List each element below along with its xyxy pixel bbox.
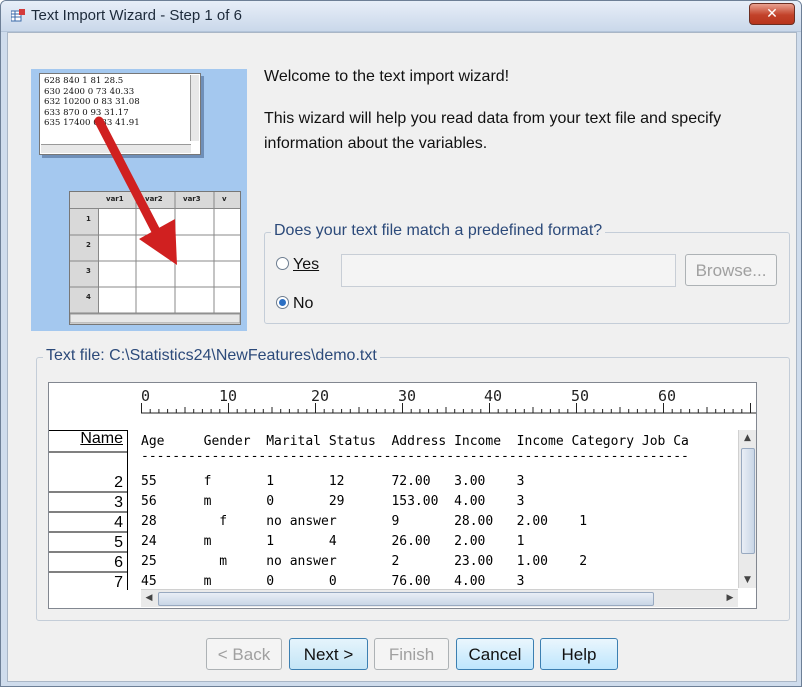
cancel-button[interactable]: Cancel [456,638,534,670]
next-button-label: Next > [303,645,354,664]
no-radio-circle[interactable] [276,296,289,309]
scroll-left-arrow-icon[interactable]: ◀ [141,590,157,607]
ruler-label: 20 [311,387,329,405]
yes-radio[interactable]: Yes [276,256,319,274]
row-separators [49,430,127,573]
help-button-label: Help [561,645,597,664]
ruler-label: 40 [484,387,502,405]
no-radio[interactable]: No [276,295,313,313]
ruler-label: 60 [658,387,676,405]
ruler-label: 30 [398,387,416,405]
no-radio-label: No [293,295,314,312]
text-import-wizard-window: Text Import Wizard - Step 1 of 6 ✕ 628 8… [0,0,802,687]
window-title: Text Import Wizard - Step 1 of 6 [31,7,242,24]
preview-data-line: 24 m 1 4 26.00 2.00 1 [141,534,525,549]
intro-text: This wizard will help you read data from… [264,110,722,152]
arrow-icon [94,116,177,265]
predefined-format-legend: Does your text file match a predefined f… [271,222,606,240]
finish-button[interactable]: Finish [374,638,449,670]
preview-data-line: 55 f 1 12 72.00 3.00 3 [141,474,525,489]
vertical-scroll-thumb[interactable] [741,448,755,554]
row-names-column: Name 2 3 4 5 6 7 [49,430,128,591]
close-icon: ✕ [766,6,778,22]
scroll-down-arrow-icon[interactable]: ▼ [739,572,756,588]
back-button-label: < Back [217,645,271,664]
wizard-body: 628 840 1 81 28.5 630 2400 0 73 40.33 63… [7,32,797,682]
title-bar: Text Import Wizard - Step 1 of 6 ✕ [1,1,801,32]
preview-separator-line: ----------------------------------------… [141,449,689,464]
close-button[interactable]: ✕ [749,3,795,25]
file-preview-pane[interactable]: 0 10 20 30 40 50 60 Name 2 3 4 5 6 7 Age… [48,382,757,609]
welcome-text: Welcome to the text import wizard! [264,68,510,85]
browse-button[interactable]: Browse... [685,254,777,286]
scroll-right-arrow-icon[interactable]: ▶ [722,590,738,607]
yes-radio-label: Yes [293,256,320,273]
preview-text-area[interactable]: Age Gender Marital Status Address Income… [141,430,738,588]
cancel-button-label: Cancel [468,645,522,664]
preview-vertical-scrollbar[interactable]: ▲ ▼ [738,430,756,588]
preview-horizontal-scrollbar[interactable]: ◀ ▶ [141,589,738,607]
next-button[interactable]: Next > [289,638,368,670]
preview-data-line: 56 m 0 29 153.00 4.00 3 [141,494,525,509]
scroll-up-arrow-icon[interactable]: ▲ [739,430,756,446]
preview-data-line: 28 f no answer 9 28.00 2.00 1 [141,514,588,529]
help-button[interactable]: Help [540,638,618,670]
spss-data-icon [11,9,25,22]
finish-button-label: Finish [388,645,435,664]
ruler-label: 50 [571,387,589,405]
back-button[interactable]: < Back [206,638,282,670]
preview-data-line: 45 m 0 0 76.00 4.00 3 [141,574,525,588]
column-ruler: 0 10 20 30 40 50 60 [141,387,756,414]
horizontal-scroll-thumb[interactable] [158,592,654,606]
preview-data-line: 25 m no answer 2 23.00 1.00 2 [141,554,588,569]
yes-radio-circle[interactable] [276,257,289,270]
wizard-illustration: 628 840 1 81 28.5 630 2400 0 73 40.33 63… [31,69,247,331]
text-file-legend: Text file: C:\Statistics24\NewFeatures\d… [43,347,380,365]
ruler-label: 10 [219,387,237,405]
ruler-label: 0 [141,387,150,405]
format-file-input[interactable] [341,254,676,287]
preview-header-line: Age Gender Marital Status Address Income… [141,434,689,449]
